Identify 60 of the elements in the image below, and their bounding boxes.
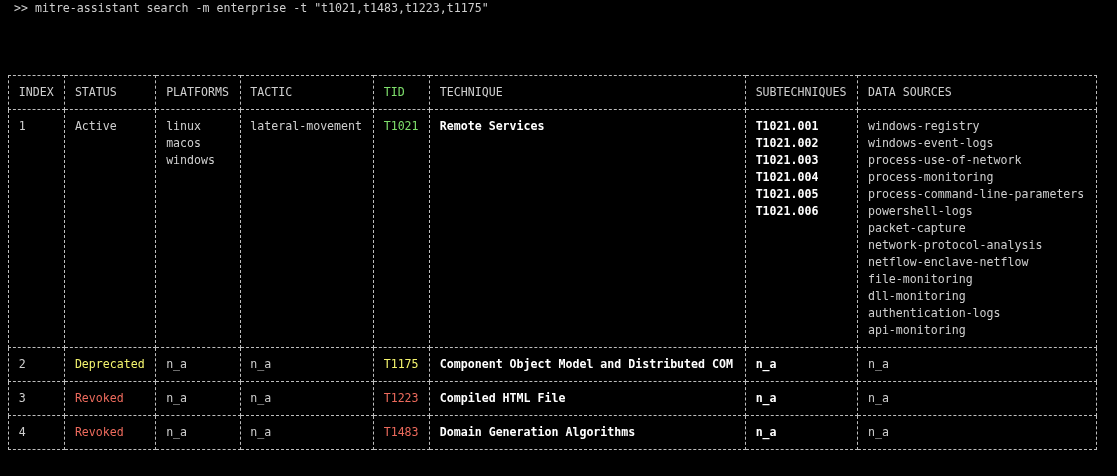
status-text: Active [74,118,117,135]
index-text: 3 [18,390,26,407]
technique-id: T1483 [383,424,419,441]
technique-name: Compiled HTML File [439,390,566,407]
column-header: INDEX [18,84,54,101]
data-source-text: authentication-logs [867,305,1001,322]
data-source-text: n_a [867,356,889,373]
subtechnique-id: T1021.001 [755,118,819,135]
subtechnique-id: T1021.004 [755,169,819,186]
tactic-text: n_a [250,356,272,373]
technique-name: Remote Services [439,118,545,135]
subtechnique-id: T1021.003 [755,152,819,169]
data-source-text: file-monitoring [867,271,973,288]
tactic-text: n_a [250,390,272,407]
tactic-text: n_a [250,424,272,441]
data-source-text: api-monitoring [867,322,966,339]
command-line: >> mitre-assistant search -m enterprise -t "t1021,t1483,t1223,t1175" [13,0,489,17]
column-header: STATUS [74,84,117,101]
column-header: PLATFORMS [166,84,229,101]
column-header: DATA SOURCES [867,84,952,101]
data-source-text: process-use-of-network [867,152,1022,169]
data-source-text: process-command-line-parameters [867,186,1085,203]
data-source-text: n_a [867,424,889,441]
data-source-text: n_a [867,390,889,407]
status-text: Deprecated [74,356,145,373]
technique-name: Component Object Model and Distributed COM [439,356,733,373]
platform-text: windows [166,152,215,169]
technique-name: Domain Generation Algorithms [439,424,636,441]
data-source-text: process-monitoring [867,169,994,186]
technique-id: T1175 [383,356,419,373]
column-header: TID [383,84,405,101]
subtechnique-id: n_a [755,390,777,407]
tactic-text: lateral-movement [250,118,362,135]
status-text: Revoked [74,390,124,407]
subtechnique-id: T1021.005 [755,186,819,203]
platform-text: n_a [166,356,188,373]
index-text: 1 [18,118,26,135]
data-source-text: netflow-enclave-netflow [867,254,1029,271]
subtechnique-id: n_a [755,424,777,441]
technique-id: T1223 [383,390,419,407]
technique-id: T1021 [383,118,419,135]
index-text: 2 [18,356,26,373]
data-source-text: packet-capture [867,220,966,237]
data-source-text: windows-event-logs [867,135,994,152]
platform-text: n_a [166,390,188,407]
platform-text: n_a [166,424,188,441]
status-text: Revoked [74,424,124,441]
subtechnique-id: T1021.002 [755,135,819,152]
platform-text: macos [166,135,202,152]
column-header: SUBTECHNIQUES [755,84,847,101]
column-header: TECHNIQUE [439,84,503,101]
data-source-text: dll-monitoring [867,288,966,305]
data-source-text: windows-registry [867,118,980,135]
data-source-text: powershell-logs [867,203,973,220]
platform-text: linux [166,118,202,135]
subtechnique-id: T1021.006 [755,203,819,220]
index-text: 4 [18,424,26,441]
subtechnique-id: n_a [755,356,777,373]
column-header: TACTIC [250,84,293,101]
data-source-text: network-protocol-analysis [867,237,1043,254]
